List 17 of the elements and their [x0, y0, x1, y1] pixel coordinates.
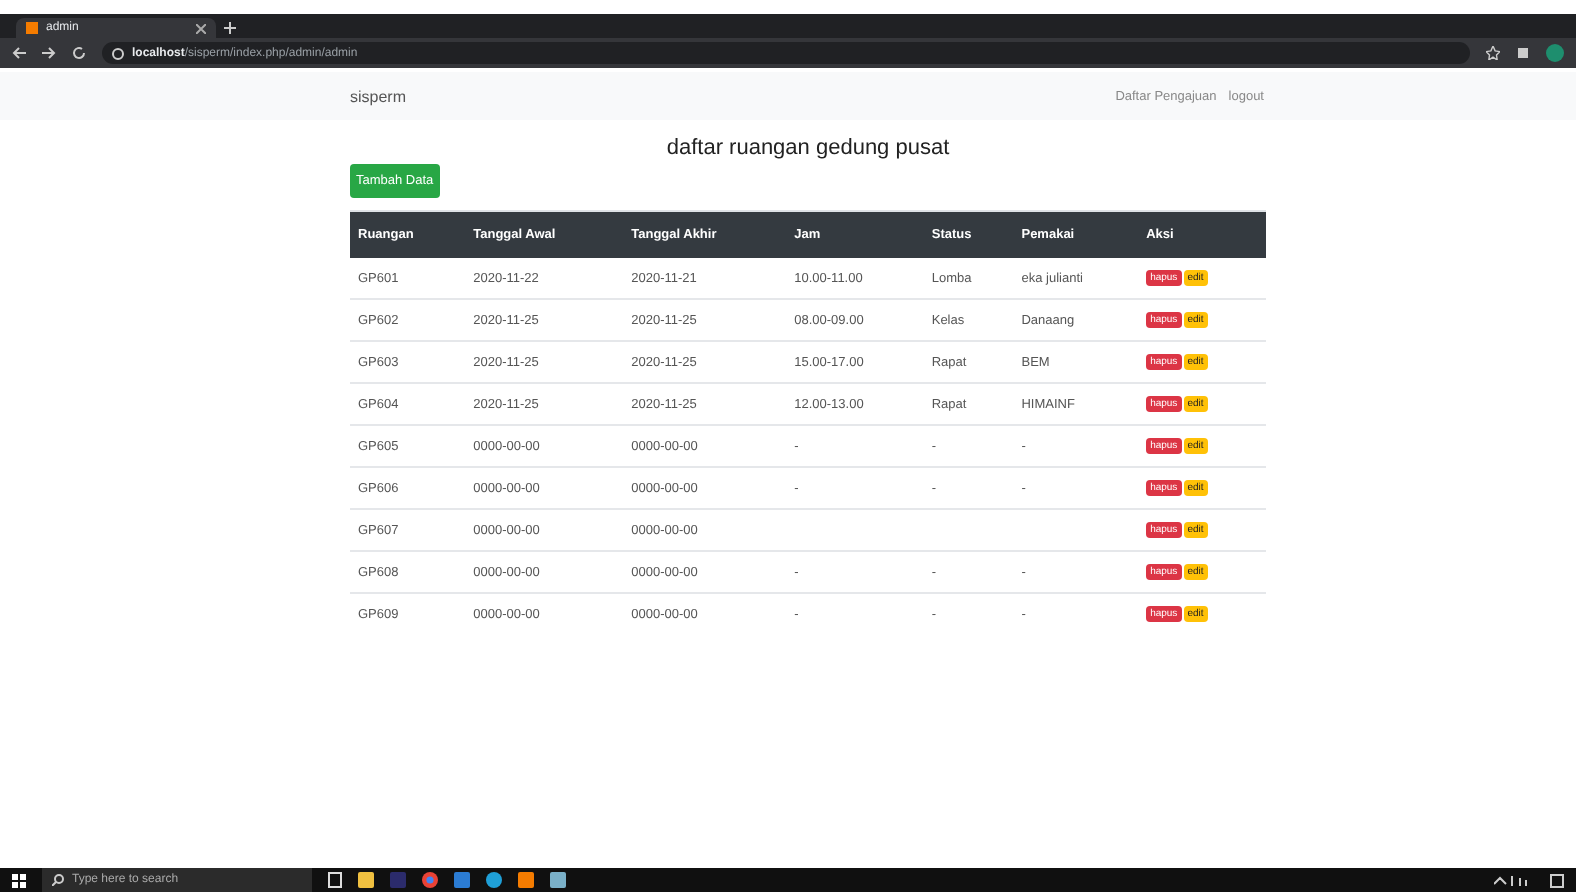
- info-icon: [112, 47, 124, 59]
- star-icon[interactable]: [1486, 46, 1500, 60]
- reload-icon[interactable]: [72, 46, 86, 60]
- avatar-icon[interactable]: [1546, 44, 1564, 62]
- edge-icon[interactable]: [486, 872, 502, 888]
- back-icon[interactable]: [12, 46, 26, 60]
- page-title: daftar ruangan gedung pusat: [664, 136, 952, 160]
- close-icon[interactable]: [196, 23, 206, 33]
- forward-icon[interactable]: [42, 46, 56, 60]
- brand-text[interactable]: sisperm: [350, 87, 1104, 105]
- site-icon: [26, 22, 38, 34]
- notification-icon[interactable]: [1550, 873, 1564, 887]
- search-icon: [52, 874, 64, 886]
- windows-icon[interactable]: [12, 873, 26, 887]
- task-view-icon[interactable]: [328, 872, 342, 888]
- new-tab-icon[interactable]: [224, 22, 236, 34]
- browser-icon[interactable]: [422, 872, 438, 888]
